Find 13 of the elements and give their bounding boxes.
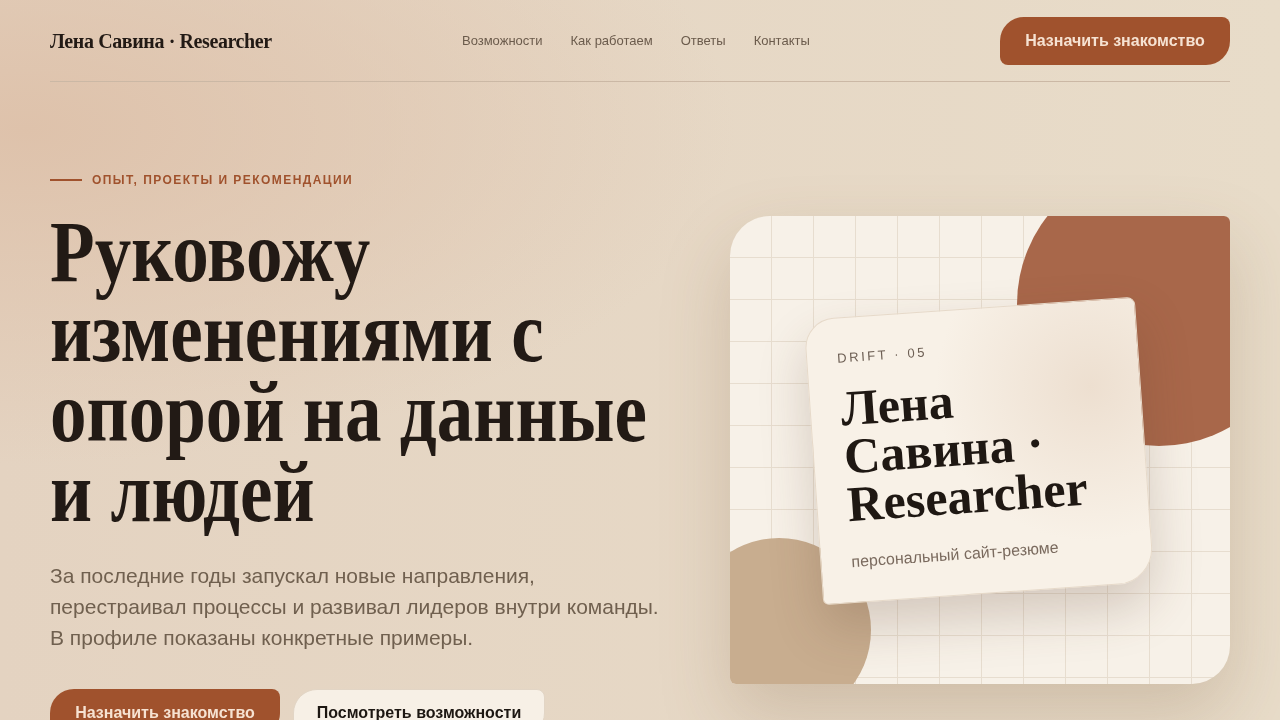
- brand-name[interactable]: Лена Савина · Researcher: [50, 25, 272, 56]
- hero-heading: Руковожу изменениями с опорой на данные и людей: [50, 203, 649, 542]
- schedule-button[interactable]: Назначить знакомство: [1000, 16, 1230, 65]
- nav-link[interactable]: Ответы: [680, 30, 726, 51]
- nav-link[interactable]: Контакты: [753, 30, 810, 51]
- nav-link[interactable]: Как работаем: [570, 30, 653, 51]
- card-title: Лена Савина · Researcher: [839, 371, 1091, 528]
- nav-link[interactable]: Возможности: [461, 30, 543, 51]
- card-tag: DRIFT · 05: [836, 329, 1108, 369]
- schedule-button[interactable]: Назначить знакомство: [50, 689, 280, 720]
- card-subtitle: персональный сайт-резюме: [850, 537, 1061, 572]
- hero-description: За последние годы запускал новые направления, перестраивал процессы и развивал лидеров внутри команды. В профиле показаны конкретные примеры.: [50, 563, 660, 651]
- eyebrow-label: ОПЫТ, ПРОЕКТЫ И РЕКОМЕНДАЦИИ: [92, 172, 354, 189]
